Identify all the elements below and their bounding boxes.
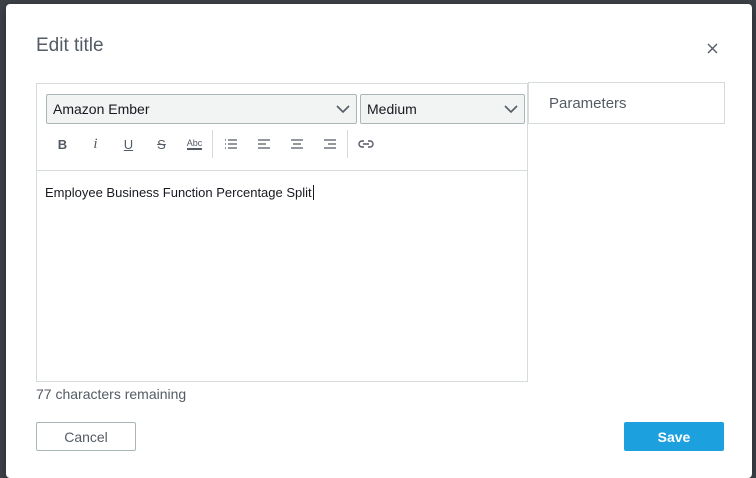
dialog-title: Edit title — [36, 35, 104, 56]
cancel-button[interactable]: Cancel — [36, 422, 136, 451]
cancel-label: Cancel — [64, 428, 108, 445]
link-button[interactable] — [349, 130, 382, 158]
align-left-button[interactable] — [247, 130, 280, 158]
close-icon — [707, 43, 717, 53]
font-size-select[interactable]: Medium — [360, 94, 525, 124]
chevron-down-icon — [504, 105, 518, 114]
save-button[interactable]: Save — [624, 422, 724, 451]
link-icon — [357, 140, 374, 148]
underline-button[interactable]: U — [112, 130, 145, 158]
italic-icon: i — [93, 135, 98, 152]
align-center-icon — [290, 139, 303, 149]
rich-text-editor: Amazon Ember Medium B i U S Abc Employee… — [36, 83, 528, 382]
title-text: Employee Business Function Percentage Sp… — [45, 185, 312, 200]
font-family-select[interactable]: Amazon Ember — [46, 94, 357, 124]
strikethrough-button[interactable]: S — [145, 130, 178, 158]
spellcheck-icon: Abc — [186, 137, 203, 150]
parameters-panel[interactable]: Parameters — [528, 82, 725, 124]
formatting-toolbar: B i U S Abc — [46, 129, 382, 159]
underline-icon: U — [123, 136, 134, 152]
save-label: Save — [657, 428, 691, 445]
bold-button[interactable]: B — [46, 130, 79, 158]
title-text-input[interactable]: Employee Business Function Percentage Sp… — [37, 170, 527, 381]
toolbar-divider — [212, 130, 213, 158]
parameters-label: Parameters — [549, 94, 627, 112]
italic-button[interactable]: i — [79, 130, 112, 158]
align-right-icon — [323, 139, 336, 149]
align-right-button[interactable] — [313, 130, 346, 158]
toolbar-divider — [347, 130, 348, 158]
bold-icon: B — [57, 136, 68, 152]
list-icon — [224, 139, 237, 149]
font-family-value: Amazon Ember — [53, 101, 150, 117]
text-caret — [312, 185, 314, 200]
font-size-value: Medium — [367, 101, 417, 117]
list-button[interactable] — [214, 130, 247, 158]
strikethrough-icon: S — [157, 136, 166, 152]
edit-title-dialog: Edit title Amazon Ember Medium B i U S A… — [6, 4, 752, 478]
characters-remaining: 77 characters remaining — [36, 386, 187, 402]
close-button[interactable] — [702, 38, 722, 58]
chevron-down-icon — [336, 105, 350, 114]
align-center-button[interactable] — [280, 130, 313, 158]
spellcheck-button[interactable]: Abc — [178, 130, 211, 158]
align-left-icon — [257, 139, 270, 149]
